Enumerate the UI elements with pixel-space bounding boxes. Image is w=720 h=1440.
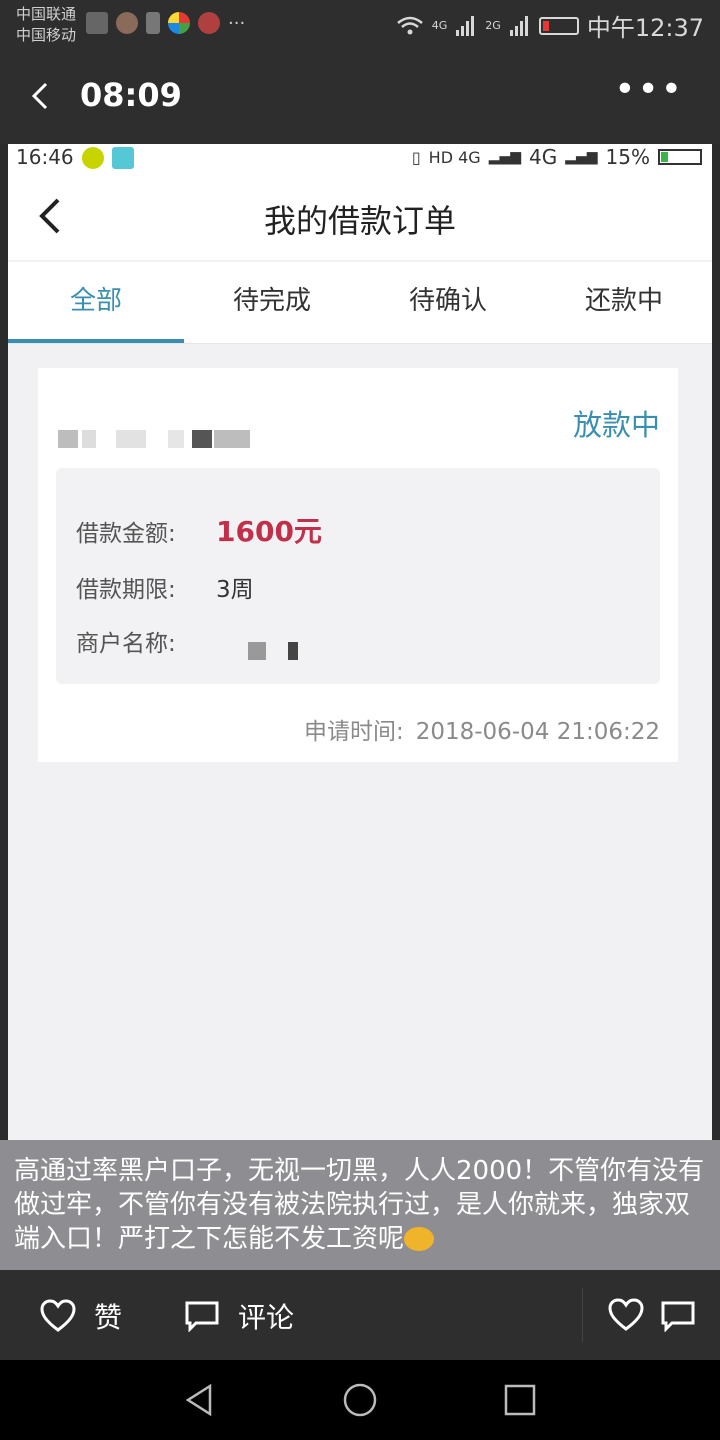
- app2-icon: [198, 12, 220, 34]
- more-icon[interactable]: •••: [614, 72, 684, 108]
- tab-repaying[interactable]: 还款中: [536, 262, 712, 343]
- order-tabs: 全部 待完成 待确认 还款中: [8, 262, 712, 344]
- battery-percent: 15%: [605, 145, 650, 169]
- post-caption: 高通过率黑户口子，无视一切黑，人人2000！不管你有没有做过牢，不管你有没有被法…: [0, 1140, 720, 1270]
- redacted-block: [82, 430, 96, 448]
- signal-icon-1: [456, 15, 475, 36]
- inner-status-right: ▯ HD 4G ▂▄▆ 4G ▂▄▆ 15%: [412, 145, 702, 169]
- redacted-block: [168, 430, 184, 448]
- carrier-2: 中国移动: [16, 26, 77, 44]
- amount-row: 借款金额: 1600元: [76, 514, 322, 548]
- more-notifications-icon: ···: [228, 12, 246, 34]
- outer-status-right: 4G 2G 中午12:37: [396, 8, 704, 43]
- battery-icon: [538, 16, 579, 35]
- term-label: 借款期限:: [76, 577, 176, 603]
- inner-header: 我的借款订单: [8, 172, 712, 260]
- heart-icon: [40, 1299, 76, 1332]
- amount-label: 借款金额:: [76, 521, 176, 547]
- alert-icon: [146, 12, 160, 34]
- nav-recents-icon[interactable]: [502, 1382, 538, 1418]
- outer-title: 08:09: [80, 76, 182, 114]
- system-nav-bar: [0, 1360, 720, 1440]
- nav-home-icon[interactable]: [342, 1382, 378, 1418]
- term-value: 3周: [216, 577, 254, 603]
- like-button[interactable]: 赞: [40, 1296, 122, 1336]
- network-label-2: 4G: [529, 145, 558, 169]
- comment-button[interactable]: 评论: [184, 1296, 294, 1336]
- scan-icon: [112, 147, 134, 169]
- apply-time-value: 2018-06-04 21:06:22: [415, 719, 660, 745]
- signal-bars-icon: ▂▄▆: [488, 149, 521, 165]
- redacted-merchant: [288, 642, 298, 660]
- clock: 中午12:37: [586, 14, 704, 42]
- carrier-1: 中国联通: [16, 5, 77, 23]
- merchant-row: 商户名称:: [76, 624, 176, 658]
- app-icon: [116, 12, 138, 34]
- amount-value: 1600元: [216, 515, 322, 548]
- chrome-icon: [168, 12, 190, 34]
- redacted-block: [192, 430, 212, 448]
- network-label: HD 4G: [428, 147, 481, 167]
- inner-status-bar: 16:46 ▯ HD 4G ▂▄▆ 4G ▂▄▆ 15%: [8, 144, 712, 172]
- order-details: 借款金额: 1600元 借款期限: 3周 商户名称:: [56, 468, 660, 684]
- carrier-info: 中国联通 中国移动: [16, 4, 76, 46]
- heart-icon-small[interactable]: [608, 1298, 644, 1332]
- signal-icon-2: [509, 15, 528, 36]
- emoji-icon: [404, 1227, 435, 1251]
- like-label: 赞: [94, 1301, 123, 1334]
- term-row: 借款期限: 3周: [76, 570, 254, 604]
- order-card[interactable]: 放款中 借款金额: 1600元 借款期限: 3周 商户名称: 申请时间: 2018…: [38, 368, 678, 762]
- signal-bars-icon-2: ▂▄▆: [565, 149, 598, 165]
- page-title: 我的借款订单: [263, 202, 456, 240]
- inner-battery-icon: [658, 149, 702, 165]
- back-arrow-icon[interactable]: [22, 76, 62, 116]
- outer-status-bar: 中国联通 中国移动 ··· 4G 2G 中午12:37: [0, 0, 720, 50]
- nav-back-icon[interactable]: [182, 1382, 218, 1418]
- tab-confirm[interactable]: 待确认: [360, 262, 536, 343]
- app-badge-icon: [82, 147, 104, 169]
- caption-text: 高通过率黑户口子，无视一切黑，人人2000！不管你有没有做过牢，不管你有没有被法…: [14, 1156, 705, 1254]
- status-badge: 放款中: [572, 408, 660, 442]
- notification-icons: ···: [86, 12, 245, 34]
- wifi-icon: [396, 16, 423, 34]
- action-bar: 赞 评论: [0, 1270, 720, 1360]
- comment-label: 评论: [238, 1301, 295, 1334]
- inner-clock: 16:46: [16, 145, 74, 169]
- vibrate-icon: ▯: [411, 147, 421, 167]
- apply-time: 申请时间: 2018-06-04 21:06:22: [304, 712, 660, 746]
- outer-app-header: 08:09 •••: [0, 50, 720, 144]
- redacted-merchant: [248, 642, 266, 660]
- shared-screenshot: 16:46 ▯ HD 4G ▂▄▆ 4G ▂▄▆ 15% 我的借款订单 全部 待…: [8, 144, 712, 1140]
- merchant-label: 商户名称:: [76, 631, 176, 657]
- redacted-block: [116, 430, 146, 448]
- signal-label-1: 4G: [431, 19, 448, 32]
- activity-icon: [86, 12, 108, 34]
- comment-icon-small[interactable]: [660, 1300, 696, 1332]
- redacted-block: [214, 430, 250, 448]
- signal-label-2: 2G: [485, 19, 501, 32]
- action-divider: [582, 1288, 583, 1342]
- tab-all[interactable]: 全部: [8, 262, 184, 343]
- apply-label: 申请时间:: [303, 719, 404, 745]
- redacted-block: [58, 430, 78, 448]
- comment-icon: [185, 1301, 219, 1332]
- tab-pending[interactable]: 待完成: [184, 262, 360, 343]
